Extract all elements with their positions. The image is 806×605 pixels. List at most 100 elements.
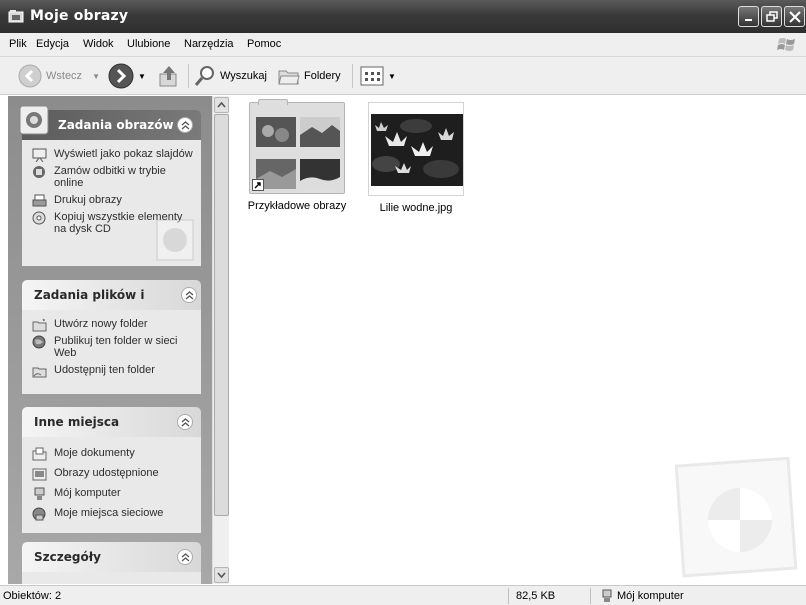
views-icon [360,66,384,86]
pictures-watermark-icon [674,456,798,578]
menu-bar: Plik Edycja Widok Ulubione Narzędzia Pom… [0,33,806,57]
picture-tasks-icon [19,105,49,135]
close-button[interactable] [784,6,805,27]
status-size: 82,5 KB [516,590,556,602]
thumbnail-preview [300,117,340,147]
file-view: Przykładowe obrazy Lilie wodne.jpg [230,96,806,584]
my-documents-icon [32,447,47,461]
place-network-places[interactable]: Moje miejsca sieciowe [32,507,193,521]
folders-button[interactable]: Foldery [278,63,341,89]
status-bar: Obiektów: 2 82,5 KB Mój komputer [0,585,806,605]
windows-logo-icon [777,38,795,51]
image-thumbnail [368,102,464,196]
slideshow-icon [32,148,47,162]
other-places-header[interactable]: Inne miejsca [22,407,201,437]
search-label: Wyszukaj [220,70,267,82]
back-dropdown-icon[interactable]: ▼ [92,72,100,81]
folders-icon [278,70,300,85]
window-title: Moje obrazy [30,8,129,24]
menu-edit[interactable]: Edycja [36,38,69,50]
other-places-group: Inne miejsca Moje dokumenty Obrazy udost… [22,407,201,533]
file-folder-tasks-group: Zadania plików i folderów Utwórz nowy fo… [22,280,201,394]
search-button[interactable]: Wyszukaj [194,63,267,89]
task-pane: Zadania obrazów Wyświetl jako pokaz slaj… [8,96,212,584]
views-dropdown-icon: ▼ [388,71,396,81]
task-order-prints[interactable]: Zamów odbitki w trybie online [32,165,193,189]
thumbnail-preview [256,117,296,147]
task-publish-web[interactable]: Publikuj ten folder w sieci Web [32,335,193,359]
folder-pictures-icon [8,10,24,23]
item-label: Lilie wodne.jpg [379,202,453,214]
folder-thumbnail [249,99,345,194]
task-new-folder[interactable]: Utwórz nowy folder [32,318,193,332]
collapse-chevron-icon[interactable] [177,549,193,565]
up-button[interactable] [158,63,180,89]
place-shared-pictures[interactable]: Obrazy udostępnione [32,467,193,481]
image-item[interactable]: Lilie wodne.jpg [361,102,471,214]
close-icon [789,11,801,23]
place-my-documents[interactable]: Moje dokumenty [32,447,193,461]
menu-help[interactable]: Pomoc [247,38,281,50]
file-folder-tasks-body: Utwórz nowy folder Publikuj ten folder w… [22,310,201,394]
picture-tasks-header[interactable]: Zadania obrazów [19,105,201,140]
menu-tools[interactable]: Narzędzia [184,38,234,50]
shortcut-arrow-icon [252,179,264,191]
menu-favorites[interactable]: Ulubione [127,38,170,50]
details-body [22,572,201,584]
group-title: Szczegóły [34,550,101,564]
publish-web-icon [32,335,46,349]
collapse-chevron-icon[interactable] [177,117,193,133]
water-lilies-thumbnail [371,114,463,186]
thumbnail-preview [300,159,340,189]
task-pane-scrollbar[interactable] [212,96,229,584]
file-folder-tasks-header[interactable]: Zadania plików i folderów [22,280,201,332]
item-label: Przykładowe obrazy [247,200,347,212]
group-title: Inne miejsca [34,415,120,429]
task-share-folder[interactable]: Udostępnij ten folder [32,364,193,378]
network-places-icon [32,507,46,521]
picture-tasks-group: Zadania obrazów Wyświetl jako pokaz slaj… [19,105,201,266]
scroll-up-button[interactable] [214,97,229,113]
forward-dropdown-icon[interactable]: ▼ [138,72,146,81]
scroll-down-button[interactable] [214,567,229,583]
folders-label: Foldery [304,70,341,82]
collapse-chevron-icon[interactable] [177,414,193,430]
my-computer-icon [602,589,612,602]
back-label: Wstecz [46,70,83,82]
title-bar: Moje obrazy [0,0,806,33]
search-icon [194,66,214,86]
scroll-thumb[interactable] [214,114,229,516]
details-group: Szczegóły [22,542,201,584]
other-places-body: Moje dokumenty Obrazy udostępnione Mój k… [22,437,201,533]
restore-icon [766,11,778,22]
minimize-button[interactable] [738,6,759,27]
views-button[interactable]: ▼ [360,63,396,89]
details-header[interactable]: Szczegóły [22,542,201,572]
forward-arrow-icon [108,63,134,89]
back-button[interactable]: Wstecz ▼ [18,63,100,89]
new-folder-icon [32,318,47,332]
restore-button[interactable] [761,6,782,27]
arrow-down-icon [217,572,226,579]
minimize-icon [745,19,752,21]
my-computer-icon [34,487,45,500]
group-title: Zadania obrazów [58,118,174,132]
picture-tasks-body: Wyświetl jako pokaz slajdów Zamów odbitk… [22,140,201,266]
folder-item[interactable]: Przykładowe obrazy [242,99,352,212]
forward-button[interactable]: ▼ [108,63,146,89]
collapse-chevron-icon[interactable] [181,287,197,303]
menu-view[interactable]: Widok [83,38,114,50]
back-arrow-icon [18,64,42,88]
status-object-count: Obiektów: 2 [3,590,62,602]
menu-file[interactable]: Plik [9,38,27,50]
toolbar: Wstecz ▼ ▼ Wyszukaj Foldery ▼ [0,57,806,95]
toolbar-divider [188,64,189,88]
folder-up-icon [159,66,177,87]
share-folder-icon [32,367,47,378]
task-slideshow[interactable]: Wyświetl jako pokaz slajdów [32,148,193,162]
place-my-computer[interactable]: Mój komputer [32,487,193,500]
task-print[interactable]: Drukuj obrazy [32,194,193,207]
cd-copy-icon [32,211,46,225]
arrow-up-icon [217,101,226,108]
picture-watermark-icon [156,219,194,261]
